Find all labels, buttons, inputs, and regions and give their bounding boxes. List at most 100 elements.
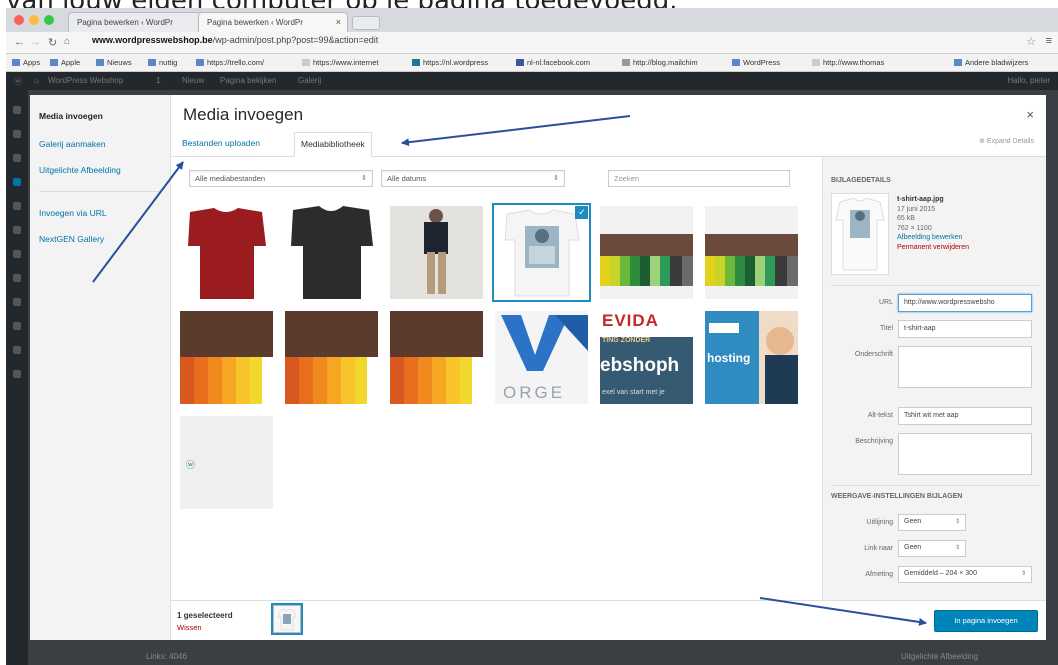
gallery-icon[interactable] <box>13 346 21 354</box>
close-icon[interactable]: × <box>1026 107 1034 122</box>
admin-bar-site[interactable]: WordPress Webshop <box>48 76 123 85</box>
users-icon[interactable] <box>13 274 21 282</box>
bookmark-item[interactable]: WordPress <box>732 58 780 67</box>
bookmark-item[interactable]: http://blog.mailchim <box>622 58 698 67</box>
plugins-icon[interactable] <box>13 250 21 258</box>
printed-tshirt-mini-image <box>277 608 297 631</box>
bookmark-item[interactable]: Apps <box>12 58 40 67</box>
wordpress-logo-icon[interactable]: ⓦ <box>14 76 22 87</box>
browser-tab-label: Pagina bewerken ‹ WordPr <box>77 18 173 27</box>
selection-thumbnail[interactable] <box>273 605 301 633</box>
delete-permanently-link[interactable]: Permanent verwijderen <box>897 243 969 253</box>
media-search-input[interactable]: Zoeken <box>608 170 790 187</box>
black-tshirt-image <box>291 206 373 299</box>
date-filter[interactable]: Alle datums ⇕ <box>381 170 565 187</box>
comments-icon[interactable] <box>13 202 21 210</box>
link-to-label: Link naar <box>864 545 893 552</box>
clear-selection-link[interactable]: Wissen <box>177 623 202 632</box>
bookmark-label: http://blog.mailchim <box>633 58 698 67</box>
settings-icon[interactable] <box>13 322 21 330</box>
insert-into-page-button[interactable]: In pagina invoegen <box>934 610 1038 632</box>
bookmark-item[interactable]: nl-nl.facebook.com <box>516 58 590 67</box>
address-bar: ← → ↻ ⌂ www.wordpresswebshop.be/wp-admin… <box>6 32 1058 54</box>
menu-galerij-aanmaken[interactable]: Galerij aanmaken <box>39 139 106 149</box>
browser-tab-active[interactable]: Pagina bewerken ‹ WordPr × <box>198 12 348 32</box>
reload-icon[interactable]: ↻ <box>48 36 57 49</box>
bookmark-item[interactable]: Apple <box>50 58 80 67</box>
featured-image-box-title: Uitgelichte Afbeelding <box>901 652 978 661</box>
maximize-window-icon[interactable] <box>44 15 54 25</box>
bookmarks-bar: Apps Apple Nieuws nuttig https://trello.… <box>6 54 1058 72</box>
bookmark-item[interactable]: nuttig <box>148 58 177 67</box>
caption-textarea[interactable] <box>898 346 1032 388</box>
browser-menu-icon[interactable]: ≡ <box>1046 35 1052 47</box>
close-window-icon[interactable] <box>14 15 24 25</box>
expand-details-toggle[interactable]: ⊕ Expand Details <box>979 137 1034 145</box>
folder-icon <box>50 59 58 66</box>
menu-media-invoegen[interactable]: Media invoegen <box>39 111 103 121</box>
appearance-icon[interactable] <box>13 226 21 234</box>
description-textarea[interactable] <box>898 433 1032 475</box>
edit-image-link[interactable]: Afbeelding bewerken <box>897 233 969 243</box>
attachment-logo[interactable]: ORGE <box>495 311 588 404</box>
title-field[interactable]: t-shirt-aap <box>898 320 1032 338</box>
admin-bar-new[interactable]: Nieuw <box>182 76 204 85</box>
admin-bar-view[interactable]: Pagina bekijken <box>220 76 276 85</box>
admin-bar-comments[interactable]: 1 <box>156 76 160 85</box>
attachment-person[interactable] <box>390 206 483 299</box>
pages-icon[interactable] <box>13 178 21 186</box>
attachment-banner[interactable]: EVIDA TING ZONDER ebshoph exel van start… <box>600 311 693 404</box>
tab-bestanden-uploaden[interactable]: Bestanden uploaden <box>182 138 260 148</box>
tab-close-icon[interactable]: × <box>336 17 341 27</box>
url-field[interactable]: http://www.wordpresswebsho <box>898 294 1032 312</box>
attachment-red-tshirt[interactable] <box>180 206 273 299</box>
bookmark-label: Nieuws <box>107 58 132 67</box>
new-tab-button[interactable] <box>352 16 380 30</box>
bookmark-item[interactable]: https://trello.com/ <box>196 58 264 67</box>
menu-uitgelichte-afbeelding[interactable]: Uitgelichte Afbeelding <box>39 165 121 175</box>
alignment-select[interactable]: Geen ⇕ <box>898 514 966 531</box>
bookmark-item[interactable]: Nieuws <box>96 58 132 67</box>
forward-arrow-icon[interactable]: → <box>30 36 41 48</box>
alt-text-field[interactable]: Tshirt wit met aap <box>898 407 1032 425</box>
menu-nextgen-gallery[interactable]: NextGEN Gallery <box>39 234 104 244</box>
page-icon <box>812 59 820 66</box>
attachment-tshirt-rack[interactable] <box>600 206 693 299</box>
admin-bar-gallery[interactable]: Galerij <box>298 76 321 85</box>
dashboard-icon[interactable] <box>13 106 21 114</box>
attachment-hosting[interactable]: hosting <box>705 311 798 404</box>
media-icon[interactable] <box>13 154 21 162</box>
menu-invoegen-via-url[interactable]: Invoegen via URL <box>39 208 107 218</box>
attachment-blank[interactable]: ⓦ <box>180 416 273 509</box>
attachment-orange-rack[interactable] <box>285 311 378 404</box>
attachment-black-tshirt[interactable] <box>285 206 378 299</box>
attachment-tshirt-rack[interactable] <box>705 206 798 299</box>
home-icon[interactable]: ⌂ <box>34 76 39 85</box>
bookmark-item[interactable]: https://nl.wordpress <box>412 58 488 67</box>
back-arrow-icon[interactable]: ← <box>14 36 25 48</box>
attachment-orange-rack[interactable] <box>390 311 483 404</box>
printed-tshirt-preview-image <box>835 197 885 271</box>
orange-rack-image <box>180 311 273 404</box>
attachment-orange-rack[interactable] <box>180 311 273 404</box>
size-select[interactable]: Gemiddeld – 204 × 300 ⇕ <box>898 566 1032 583</box>
bookmark-star-icon[interactable]: ☆ <box>1026 35 1036 48</box>
bookmark-item[interactable]: https://www.internet <box>302 58 378 67</box>
link-to-select[interactable]: Geen ⇕ <box>898 540 966 557</box>
posts-icon[interactable] <box>13 130 21 138</box>
browser-tab[interactable]: Pagina bewerken ‹ WordPr× <box>68 12 218 32</box>
window-controls[interactable] <box>14 15 54 25</box>
collapse-icon[interactable] <box>13 370 21 378</box>
wordpress-icon: ⓦ <box>186 460 196 470</box>
tab-mediabibliotheek[interactable]: Mediabibliotheek <box>294 132 372 157</box>
admin-bar-user[interactable]: Hallo, pieter <box>1007 76 1050 85</box>
minimize-window-icon[interactable] <box>29 15 39 25</box>
attachment-printed-tshirt[interactable]: ✓ <box>495 206 588 299</box>
tools-icon[interactable] <box>13 298 21 306</box>
url-field[interactable]: www.wordpresswebshop.be/wp-admin/post.ph… <box>92 35 378 45</box>
bookmark-item[interactable]: http://www.thomas <box>812 58 884 67</box>
home-icon[interactable]: ⌂ <box>64 36 70 47</box>
media-type-filter[interactable]: Alle mediabestanden ⇕ <box>189 170 373 187</box>
checkmark-icon[interactable]: ✓ <box>575 206 588 219</box>
bookmark-item[interactable]: Andere bladwijzers <box>954 58 1028 67</box>
